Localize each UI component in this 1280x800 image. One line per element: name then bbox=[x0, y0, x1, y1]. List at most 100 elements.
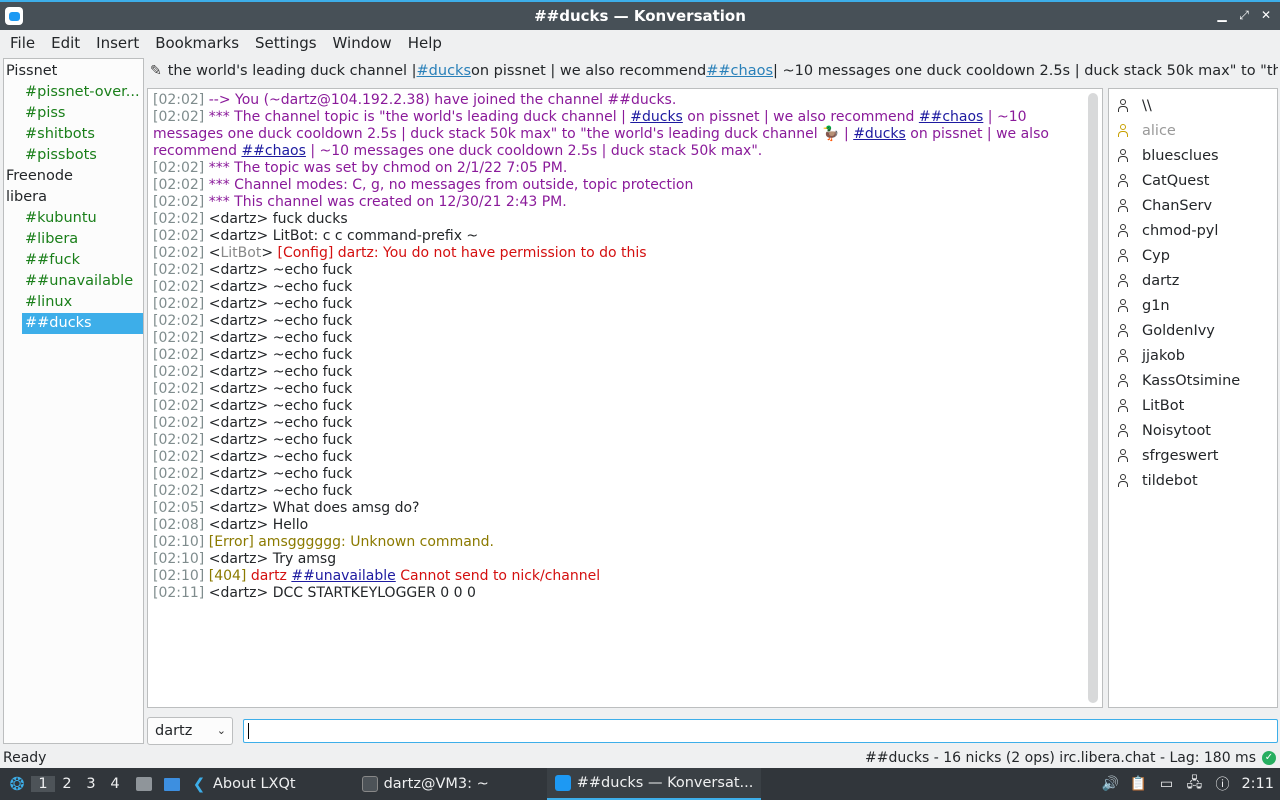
konversation-app-icon[interactable] bbox=[5, 7, 23, 25]
chat-link-chaos-2[interactable]: ##chaos bbox=[241, 143, 305, 159]
volume-icon[interactable]: 🔊 bbox=[1101, 776, 1119, 792]
nick-item[interactable]: Noisytoot bbox=[1109, 418, 1277, 443]
user-icon bbox=[1117, 148, 1129, 164]
menu-window[interactable]: Window bbox=[325, 34, 400, 52]
nick-item[interactable]: sfrgeswert bbox=[1109, 443, 1277, 468]
chat-log[interactable]: [02:02] --> You (~dartz@104.192.2.38) ha… bbox=[147, 88, 1103, 708]
removable-media-icon[interactable]: ▭ bbox=[1157, 776, 1175, 792]
chat-line-echo: [02:02] <dartz> ~echo fuck bbox=[153, 279, 353, 295]
desktop-1[interactable]: 1 bbox=[31, 776, 55, 792]
menu-settings[interactable]: Settings bbox=[247, 34, 325, 52]
menu-bookmarks[interactable]: Bookmarks bbox=[147, 34, 247, 52]
tree-server-pissnet[interactable]: Pissnet bbox=[4, 61, 143, 82]
task-about-lxqt[interactable]: ❮ About LXQt bbox=[183, 768, 304, 800]
tree-server-libera[interactable]: libera bbox=[4, 187, 143, 208]
channel-status: ##ducks - 16 nicks (2 ops) irc.libera.ch… bbox=[864, 750, 1256, 766]
task-konversation[interactable]: ##ducks — Konversat... bbox=[546, 768, 762, 800]
nick-item[interactable]: g1n bbox=[1109, 293, 1277, 318]
clock[interactable]: 2:11 bbox=[1241, 776, 1274, 792]
tree-channel-pissnet-over[interactable]: #pissnet-over... bbox=[22, 82, 143, 103]
tree-channel-linux[interactable]: #linux bbox=[22, 292, 143, 313]
menu-bar: File Edit Insert Bookmarks Settings Wind… bbox=[0, 30, 1280, 56]
server-channel-tree: Pissnet #pissnet-over... #piss #shitbots… bbox=[3, 58, 144, 744]
chat-line-echo: [02:02] <dartz> ~echo fuck bbox=[153, 432, 353, 448]
file-manager-icon[interactable] bbox=[133, 773, 155, 795]
menu-file[interactable]: File bbox=[2, 34, 43, 52]
menu-help[interactable]: Help bbox=[400, 34, 450, 52]
nickname-selector[interactable]: dartz ⌄ bbox=[147, 717, 233, 745]
task-terminal[interactable]: dartz@VM3: ~ bbox=[354, 768, 497, 800]
desktop-3[interactable]: 3 bbox=[79, 776, 103, 792]
nick-item[interactable]: LitBot bbox=[1109, 393, 1277, 418]
clipboard-icon[interactable]: 📋 bbox=[1129, 776, 1147, 792]
chat-line-echo: [02:02] <dartz> ~echo fuck bbox=[153, 364, 353, 380]
tree-channel-pissbots[interactable]: #pissbots bbox=[22, 145, 143, 166]
topic-link-ducks[interactable]: #ducks bbox=[417, 63, 471, 79]
edit-topic-icon[interactable]: ✎ bbox=[150, 63, 162, 79]
nick-item[interactable]: chmod-pyl bbox=[1109, 218, 1277, 243]
nick-item[interactable]: CatQuest bbox=[1109, 168, 1277, 193]
user-icon bbox=[1117, 273, 1129, 289]
desktop-4[interactable]: 4 bbox=[103, 776, 127, 792]
minimize-icon[interactable]: ▁ bbox=[1214, 6, 1230, 24]
close-icon[interactable]: ✕ bbox=[1258, 6, 1274, 24]
tree-channel-shitbots[interactable]: #shitbots bbox=[22, 124, 143, 145]
chat-line-created: [02:02] *** This channel was created on … bbox=[153, 194, 567, 210]
konversation-icon bbox=[554, 775, 571, 791]
chat-line-404: [02:10] [404] dartz ##unavailable Cannot… bbox=[153, 568, 601, 584]
tree-channel-libera[interactable]: #libera bbox=[22, 229, 143, 250]
message-input[interactable] bbox=[243, 719, 1278, 743]
user-icon bbox=[1117, 173, 1129, 189]
lxqt-start-icon[interactable]: ❂ bbox=[3, 770, 31, 798]
nick-item[interactable]: tildebot bbox=[1109, 468, 1277, 493]
nick-item[interactable]: jjakob bbox=[1109, 343, 1277, 368]
desktop-2[interactable]: 2 bbox=[55, 776, 79, 792]
chat-line-echo: [02:02] <dartz> ~echo fuck bbox=[153, 330, 353, 346]
chat-link-ducks-2[interactable]: #ducks bbox=[853, 126, 906, 142]
nick-item[interactable]: GoldenIvy bbox=[1109, 318, 1277, 343]
maximize-icon[interactable]: ⤢ bbox=[1236, 6, 1252, 24]
user-icon bbox=[1117, 98, 1129, 114]
network-icon[interactable]: 🖧 bbox=[1185, 772, 1203, 796]
topic-link-chaos[interactable]: ##chaos bbox=[706, 63, 773, 79]
chat-line-echo: [02:02] <dartz> ~echo fuck bbox=[153, 381, 353, 397]
user-icon bbox=[1117, 198, 1129, 214]
chat-link-ducks[interactable]: #ducks bbox=[630, 109, 683, 125]
nick-item[interactable]: bluesclues bbox=[1109, 143, 1277, 168]
tree-channel-ducks[interactable]: ##ducks bbox=[22, 313, 143, 334]
terminal-icon bbox=[361, 776, 378, 792]
litbot-nick[interactable]: LitBot bbox=[220, 245, 261, 261]
user-icon bbox=[1117, 448, 1129, 464]
user-icon bbox=[1117, 348, 1129, 364]
nick-item[interactable]: \\ bbox=[1109, 93, 1277, 118]
taskbar: ❂ 1 2 3 4 ❮ About LXQt dartz@VM3: ~ ##duc… bbox=[0, 768, 1280, 800]
notification-icon[interactable]: ⓘ bbox=[1213, 774, 1231, 794]
chat-line-topic-set: [02:02] *** The topic was set by chmod o… bbox=[153, 160, 568, 176]
user-icon bbox=[1117, 223, 1129, 239]
chat-link-chaos[interactable]: ##chaos bbox=[919, 109, 983, 125]
user-icon bbox=[1117, 398, 1129, 414]
menu-insert[interactable]: Insert bbox=[88, 34, 147, 52]
user-icon bbox=[1117, 298, 1129, 314]
tree-server-freenode[interactable]: Freenode bbox=[4, 166, 143, 187]
chat-scrollbar[interactable] bbox=[1088, 93, 1098, 703]
chevron-down-icon: ⌄ bbox=[216, 724, 226, 737]
nick-item[interactable]: alice bbox=[1109, 118, 1277, 143]
nick-item[interactable]: KassOtsimine bbox=[1109, 368, 1277, 393]
menu-edit[interactable]: Edit bbox=[43, 34, 88, 52]
topic-text-1: the world's leading duck channel | bbox=[167, 63, 417, 79]
chat-line-topic: [02:02] *** The channel topic is "the wo… bbox=[153, 109, 1054, 159]
tree-channel-unavailable[interactable]: ##unavailable bbox=[22, 271, 143, 292]
channel-topic: ✎ the world's leading duck channel | #du… bbox=[150, 58, 1278, 84]
tree-channel-piss[interactable]: #piss bbox=[22, 103, 143, 124]
chat-link-unavailable[interactable]: ##unavailable bbox=[291, 568, 395, 584]
nick-item[interactable]: dartz bbox=[1109, 268, 1277, 293]
ssl-check-icon: ✓ bbox=[1262, 751, 1276, 765]
tree-channel-fuck[interactable]: ##fuck bbox=[22, 250, 143, 271]
tree-channel-kubuntu[interactable]: #kubuntu bbox=[22, 208, 143, 229]
lxqt-icon: ❮ bbox=[192, 775, 206, 793]
nick-item[interactable]: ChanServ bbox=[1109, 193, 1277, 218]
nick-item[interactable]: Cyp bbox=[1109, 243, 1277, 268]
show-desktop-icon[interactable] bbox=[161, 773, 183, 795]
chat-line-message: [02:10] <dartz> Try amsg bbox=[153, 551, 337, 567]
